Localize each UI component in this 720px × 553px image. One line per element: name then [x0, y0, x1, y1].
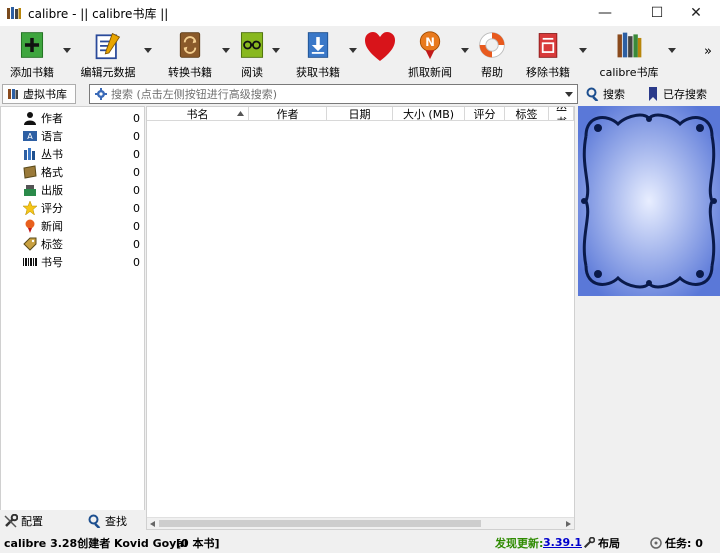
fetch-news-dropdown-arrow[interactable]: [461, 48, 469, 54]
add-books-button[interactable]: 添加书籍: [8, 28, 56, 80]
get-books-dropdown-arrow[interactable]: [349, 48, 357, 54]
edit-metadata-dropdown-arrow[interactable]: [144, 48, 152, 54]
scroll-left-arrow[interactable]: [150, 521, 155, 527]
read-book-icon: [240, 32, 264, 58]
book-count: [0 本书]: [176, 536, 220, 550]
publisher-icon: [24, 185, 36, 196]
jobs-indicator[interactable]: 任务: 0: [650, 535, 703, 551]
column-size[interactable]: 大小 (MB): [393, 107, 465, 121]
lifebuoy-icon: [479, 32, 505, 58]
book-cover-placeholder[interactable]: [578, 106, 720, 296]
remove-books-dropdown-arrow[interactable]: [579, 48, 587, 54]
jobs-icon: [650, 536, 662, 549]
edit-metadata-button[interactable]: 编辑元数据: [80, 28, 136, 80]
svg-text:A: A: [27, 132, 33, 141]
magnifier-icon: [88, 514, 101, 528]
news-icon: N: [419, 31, 441, 60]
read-button[interactable]: 阅读: [234, 28, 270, 80]
read-dropdown-arrow[interactable]: [272, 48, 280, 54]
version-label: calibre 3.28创建者 Kovid Goyal: [4, 536, 188, 550]
category-identifiers[interactable]: 书号 0: [1, 253, 146, 271]
person-icon: [24, 112, 36, 125]
layout-button[interactable]: 布局: [583, 535, 620, 551]
convert-book-icon: [179, 32, 201, 58]
minimize-button[interactable]: —: [582, 0, 628, 26]
search-placeholder: 搜索 (点击左侧按钮进行高级搜索): [111, 88, 278, 101]
category-rating[interactable]: 评分 0: [1, 199, 146, 217]
column-rating[interactable]: 评分: [465, 107, 505, 121]
wrench-icon: [583, 536, 595, 548]
convert-books-dropdown-arrow[interactable]: [222, 48, 230, 54]
category-news[interactable]: 新闻 0: [1, 217, 146, 235]
bookmark-icon: [649, 87, 657, 101]
edit-metadata-icon: [95, 32, 121, 60]
format-icon: [23, 165, 37, 179]
update-version-link[interactable]: 3.39.1: [543, 536, 582, 549]
search-button[interactable]: 搜索: [586, 84, 625, 104]
column-tags[interactable]: 标签: [505, 107, 549, 121]
books-icon: [8, 89, 18, 99]
search-input[interactable]: 搜索 (点击左侧按钮进行高级搜索): [89, 84, 578, 104]
scroll-right-arrow[interactable]: [566, 521, 571, 527]
remove-books-button[interactable]: 移除书籍: [524, 28, 572, 80]
category-publishers[interactable]: 出版 0: [1, 181, 146, 199]
window-title: calibre - || calibre书库 ||: [28, 6, 169, 21]
language-icon: A: [23, 131, 37, 141]
horizontal-scrollbar[interactable]: [147, 517, 574, 529]
main-toolbar: 添加书籍 编辑元数据 转换书籍 阅读 获取书籍 N 抓取新闻 帮助 移除书籍 c…: [0, 26, 720, 82]
title-bar: calibre - || calibre书库 || — ☐ ✕: [0, 0, 720, 26]
update-label: 发现更新:: [495, 536, 544, 550]
donate-heart-button[interactable]: [360, 28, 400, 80]
get-books-button[interactable]: 获取书籍: [294, 28, 342, 80]
scroll-thumb[interactable]: [159, 520, 481, 527]
add-book-icon: [20, 32, 44, 58]
column-author[interactable]: 作者: [249, 107, 327, 121]
search-history-dropdown-arrow[interactable]: [565, 92, 573, 98]
news-pin-icon: [25, 219, 35, 233]
close-button[interactable]: ✕: [673, 0, 719, 26]
toolbar-overflow-button[interactable]: »: [704, 44, 712, 59]
column-series[interactable]: 丛书: [549, 107, 574, 121]
barcode-icon: [23, 258, 37, 266]
svg-text:N: N: [425, 35, 435, 49]
library-dropdown-arrow[interactable]: [668, 48, 676, 54]
category-formats[interactable]: 格式 0: [1, 163, 146, 181]
magnifier-icon: [586, 87, 599, 101]
category-series[interactable]: 丛书 0: [1, 145, 146, 163]
column-date[interactable]: 日期: [327, 107, 393, 121]
star-icon: [23, 201, 37, 215]
category-tags[interactable]: 标签 0: [1, 235, 146, 253]
status-bar: calibre 3.28创建者 Kovid Goyal [0 本书] 发现更新:…: [0, 532, 720, 553]
book-list[interactable]: 书名 作者 日期 大小 (MB) 评分 标签 丛书: [146, 106, 575, 530]
library-books-icon: [617, 32, 642, 58]
virtual-library-button[interactable]: 虚拟书库: [2, 84, 76, 104]
search-row: 虚拟书库 搜索 (点击左侧按钮进行高级搜索) 搜索 已存搜索: [0, 83, 720, 105]
configure-button[interactable]: 配置: [4, 513, 43, 529]
column-title[interactable]: 书名: [147, 107, 249, 121]
tag-icon: [23, 237, 37, 251]
calibre-app-icon: [7, 7, 21, 19]
saved-searches-button[interactable]: 已存搜索: [648, 84, 707, 104]
calibre-library-button[interactable]: calibre书库: [596, 28, 662, 80]
trash-icon: [538, 33, 558, 58]
fetch-news-button[interactable]: N 抓取新闻: [406, 28, 454, 80]
tag-browser-controls: 配置 查找: [0, 510, 145, 530]
find-button[interactable]: 查找: [88, 513, 127, 529]
gear-icon[interactable]: [95, 88, 107, 100]
category-authors[interactable]: 作者 0: [1, 109, 146, 127]
series-icon: [24, 148, 35, 160]
tag-browser: 作者 0 A 语言 0 丛书 0 格式 0 出版 0 评分 0 新闻 0 标签 …: [0, 106, 145, 530]
help-button[interactable]: 帮助: [474, 28, 510, 80]
convert-books-button[interactable]: 转换书籍: [166, 28, 214, 80]
heart-icon: [365, 32, 395, 61]
get-books-icon: [307, 32, 329, 58]
sort-ascending-icon: [237, 111, 244, 116]
category-languages[interactable]: A 语言 0: [1, 127, 146, 145]
add-books-dropdown-arrow[interactable]: [63, 48, 71, 54]
wrench-icon: [4, 514, 18, 528]
